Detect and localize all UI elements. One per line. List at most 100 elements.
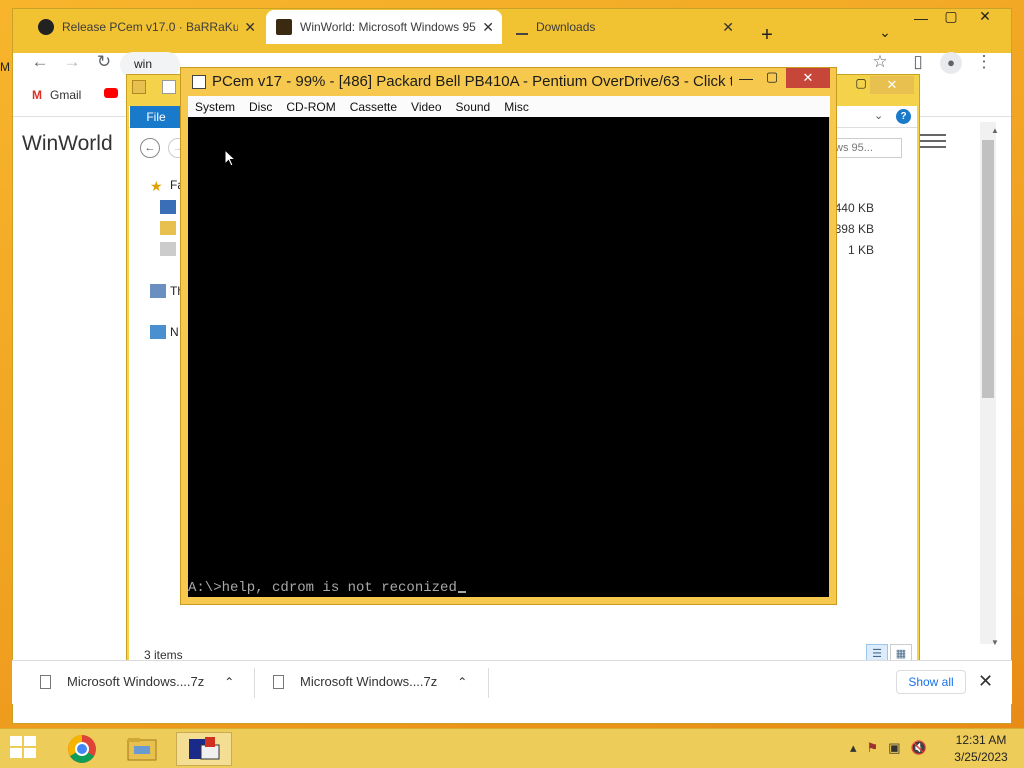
menu-cd-rom[interactable]: CD-ROM <box>279 100 342 114</box>
tab-winworld[interactable]: WinWorld: Microsoft Windows 95 ✕ <box>266 10 502 44</box>
site-title[interactable]: WinWorld <box>22 132 113 156</box>
pcem-icon <box>189 737 220 760</box>
menu-sound[interactable]: Sound <box>449 100 498 114</box>
file-explorer-icon <box>127 738 157 761</box>
star-icon: ★ <box>150 178 163 194</box>
ribbon-expand-icon[interactable]: ⌄ <box>874 109 883 122</box>
volume-muted-icon[interactable]: 🔇 <box>910 740 926 756</box>
emulator-screen[interactable] <box>188 117 829 597</box>
tree-recent-places[interactable] <box>160 242 180 256</box>
folder-icon <box>132 80 146 94</box>
explorer-close-icon[interactable]: ✕ <box>870 76 914 94</box>
tree-downloads[interactable] <box>160 221 180 235</box>
mouse-pointer-icon <box>224 149 237 167</box>
youtube-icon <box>104 88 118 98</box>
bookmark-label: Gmail <box>50 88 82 102</box>
back-icon[interactable]: ← <box>140 138 160 158</box>
network-icon <box>150 325 166 339</box>
bookmark-gmail[interactable]: M Gmail <box>32 88 81 102</box>
tab-pcem-release[interactable]: Release PCem v17.0 · BaRRaKudaRain/PCem-… <box>28 10 264 44</box>
downloads-folder-icon <box>160 221 176 235</box>
close-icon[interactable]: ✕ <box>244 19 256 36</box>
tab-label: Release PCem v17.0 · BaRRaKudaRain/PCem-… <box>62 20 238 34</box>
menu-kebab-icon[interactable]: ⋮ <box>972 52 996 72</box>
forward-icon[interactable]: → <box>60 52 84 72</box>
start-button[interactable] <box>10 736 38 760</box>
tab-label: WinWorld: Microsoft Windows 95 <box>300 20 476 34</box>
chevron-up-icon[interactable]: ⌃ <box>224 675 234 689</box>
recent-places-icon <box>160 242 176 256</box>
scrollbar-thumb[interactable] <box>982 140 994 398</box>
taskbar-file-explorer[interactable] <box>114 732 170 766</box>
divider <box>488 668 489 698</box>
chevron-up-icon[interactable]: ⌃ <box>457 675 467 689</box>
address-text: win <box>134 57 153 71</box>
clock-time[interactable]: 12:31 AM <box>950 733 1012 747</box>
network-icon[interactable]: ▣ <box>888 740 900 756</box>
download-item[interactable]: Microsoft Windows....7z ⌃ <box>273 674 467 689</box>
menu-video[interactable]: Video <box>404 100 448 114</box>
scroll-up-icon[interactable]: ▲ <box>991 126 999 135</box>
close-window-icon[interactable]: ✕ <box>970 8 1000 25</box>
text-cursor <box>457 591 466 593</box>
close-icon[interactable]: ✕ <box>786 68 830 88</box>
pcem-menubar: System Disc CD-ROM Cassette Video Sound … <box>188 96 830 117</box>
close-icon[interactable]: ✕ <box>978 671 993 692</box>
chevron-up-icon[interactable]: ▴ <box>850 740 857 756</box>
taskbar-chrome[interactable] <box>54 732 110 766</box>
tab-label: Downloads <box>536 20 596 34</box>
help-icon[interactable]: ? <box>896 109 911 124</box>
menu-cassette[interactable]: Cassette <box>343 100 404 114</box>
close-icon[interactable]: ✕ <box>722 19 734 36</box>
maximize-icon[interactable]: ▢ <box>762 69 782 85</box>
tree-label: N <box>170 325 179 339</box>
profile-avatar[interactable]: ● <box>940 52 962 74</box>
github-icon <box>38 19 54 35</box>
file-icon <box>273 674 284 689</box>
this-pc-icon <box>150 284 166 298</box>
bookmark-youtube[interactable] <box>104 88 118 98</box>
reload-icon[interactable]: ↻ <box>92 52 116 72</box>
side-letter: M <box>0 60 10 74</box>
dos-command-line: A:\>help, cdrom is not reconized <box>188 580 466 596</box>
gmail-icon: M <box>32 88 42 102</box>
clock-date[interactable]: 3/25/2023 <box>950 750 1012 764</box>
action-center-icon[interactable]: ⚑ <box>867 740 879 756</box>
tree-favorites[interactable]: ★ Fa <box>150 178 184 194</box>
menu-system[interactable]: System <box>188 100 242 114</box>
download-filename: Microsoft Windows....7z <box>300 674 438 689</box>
download-item[interactable]: Microsoft Windows....7z ⌃ <box>40 674 234 689</box>
menu-disc[interactable]: Disc <box>242 100 279 114</box>
divider <box>254 668 255 698</box>
chrome-icon <box>68 735 96 763</box>
file-icon <box>40 674 51 689</box>
tree-desktop[interactable] <box>160 200 180 214</box>
scroll-down-icon[interactable]: ▼ <box>991 638 999 647</box>
tree-network[interactable]: N <box>150 325 179 339</box>
download-filename: Microsoft Windows....7z <box>67 674 205 689</box>
minimize-icon[interactable]: — <box>906 10 936 26</box>
bookmark-star-icon[interactable]: ☆ <box>868 52 892 72</box>
maximize-icon[interactable]: ▢ <box>936 8 966 25</box>
download-icon <box>516 19 528 35</box>
taskbar-pcem[interactable] <box>176 732 232 766</box>
tab-search-button[interactable]: ⌄ <box>870 24 900 41</box>
pcem-app-icon[interactable] <box>192 75 206 89</box>
minimize-icon[interactable]: — <box>736 70 756 86</box>
side-panel-icon[interactable]: ▯ <box>906 52 930 72</box>
properties-icon[interactable] <box>162 80 176 94</box>
back-icon[interactable]: ← <box>28 52 52 72</box>
desktop-icon <box>160 200 176 214</box>
tab-downloads[interactable]: Downloads ✕ <box>506 10 742 44</box>
system-tray: ▴ ⚑ ▣ 🔇 <box>850 740 927 756</box>
show-all-button[interactable]: Show all <box>896 670 966 694</box>
pcem-title: PCem v17 - 99% - [486] Packard Bell PB41… <box>212 73 732 90</box>
close-icon[interactable]: ✕ <box>482 19 494 36</box>
menu-misc[interactable]: Misc <box>497 100 536 114</box>
new-tab-button[interactable]: + <box>752 24 782 47</box>
file-menu-button[interactable]: File <box>130 106 182 128</box>
tree-this-pc[interactable]: Th <box>150 284 184 298</box>
search-input[interactable]: ws 95... <box>830 138 902 158</box>
hamburger-menu-icon[interactable] <box>920 130 946 152</box>
winworld-icon <box>276 19 292 35</box>
